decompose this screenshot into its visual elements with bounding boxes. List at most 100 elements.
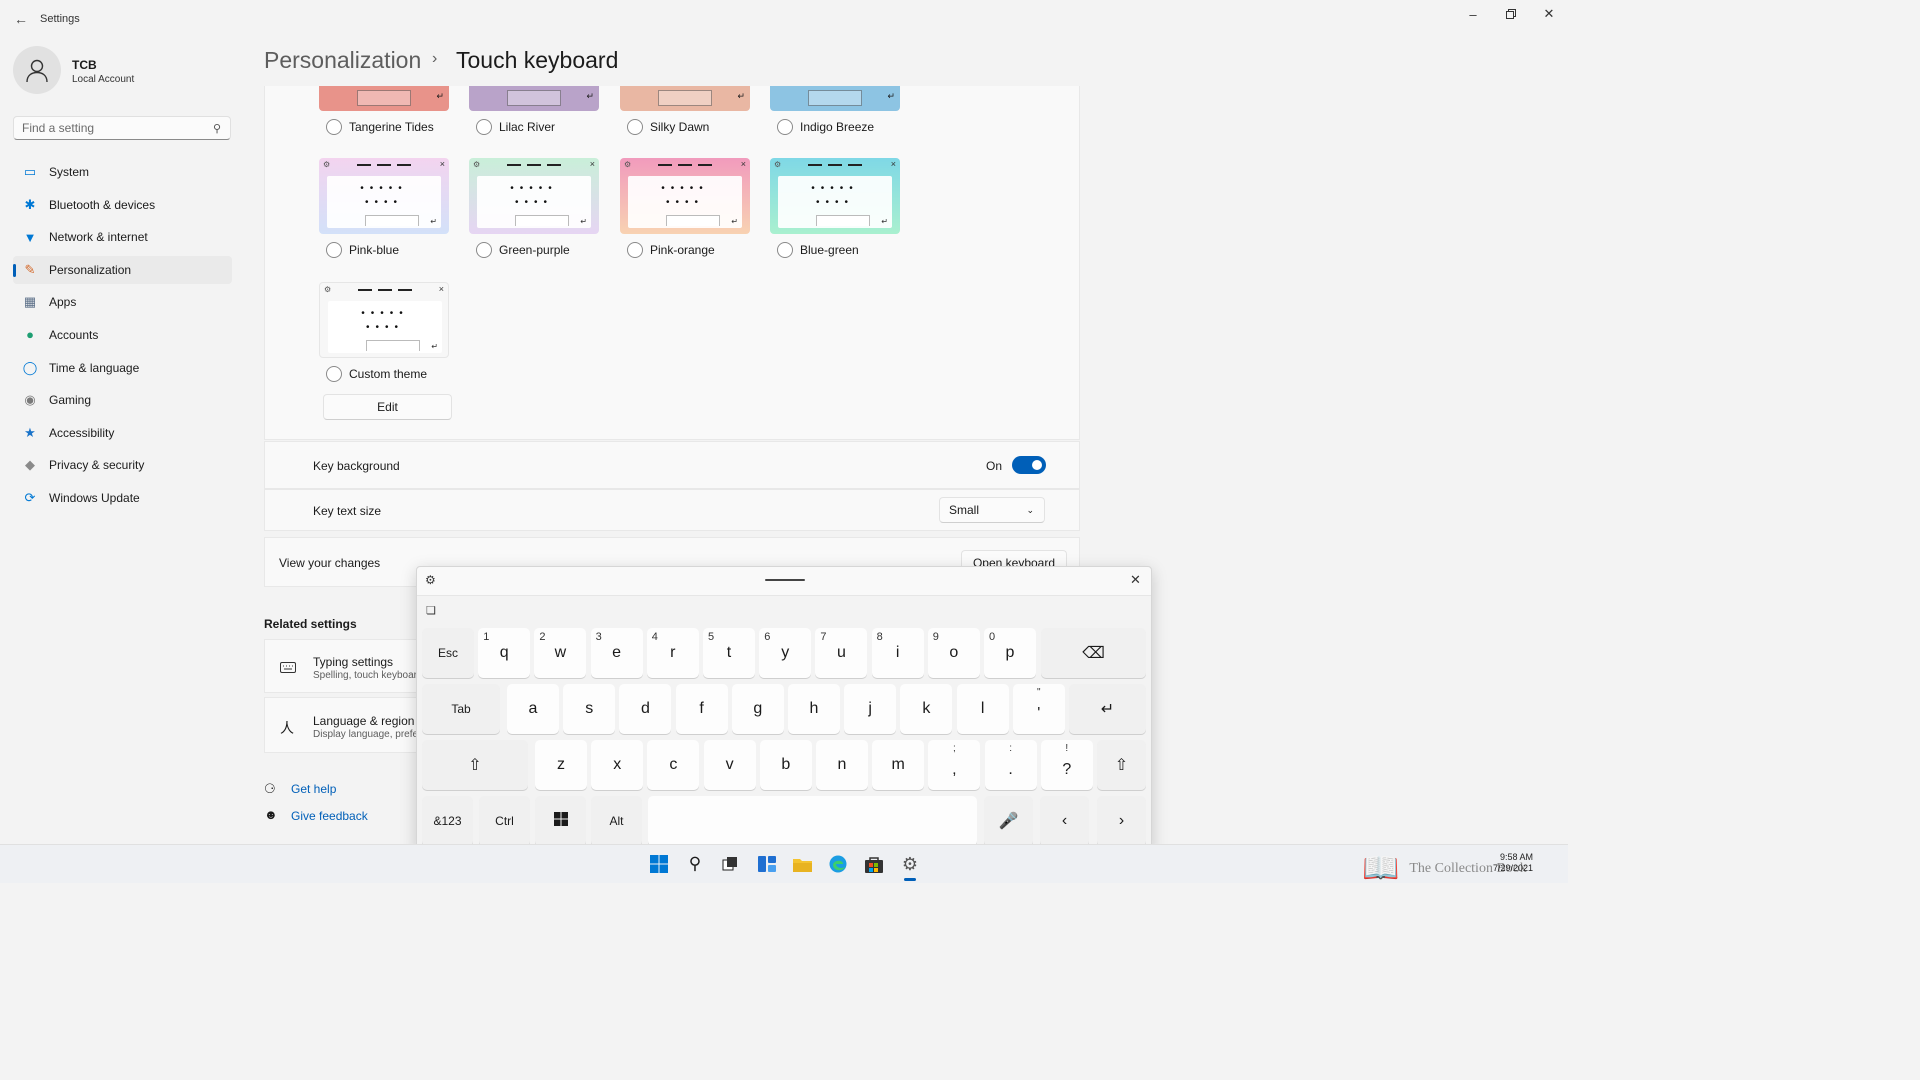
- radio-button[interactable]: [777, 119, 793, 135]
- key-s[interactable]: s: [563, 684, 616, 734]
- theme-thumbnail[interactable]: ↵: [319, 86, 449, 111]
- key-v[interactable]: v: [703, 740, 756, 790]
- sidebar-item-network-internet[interactable]: ▼ Network & internet: [13, 223, 232, 251]
- key-a[interactable]: a: [507, 684, 559, 734]
- ctrl-key[interactable]: Ctrl: [479, 796, 530, 846]
- clipboard-icon[interactable]: ❏: [426, 604, 436, 617]
- maximize-button[interactable]: [1496, 6, 1526, 22]
- theme-thumbnail[interactable]: ⚙ × ••••• •••• ↵: [469, 158, 599, 234]
- clock[interactable]: 9:58 AM 7/29/2021: [1493, 852, 1533, 874]
- give-feedback-link[interactable]: Give feedback: [291, 809, 368, 823]
- key-l[interactable]: l: [956, 684, 1009, 734]
- widgets-icon[interactable]: [756, 853, 778, 875]
- key-z[interactable]: z: [535, 740, 587, 790]
- key-m[interactable]: m: [872, 740, 925, 790]
- theme-thumbnail[interactable]: ⚙ × ••••• •••• ↵: [770, 158, 900, 234]
- shift-key-right[interactable]: ⇧: [1097, 740, 1146, 790]
- theme-option[interactable]: Pink-blue: [326, 242, 399, 258]
- get-help-link[interactable]: Get help: [291, 782, 336, 796]
- theme-thumbnail[interactable]: ⚙ × ••••• •••• ↵: [319, 158, 449, 234]
- space-key[interactable]: [648, 796, 977, 846]
- key-e[interactable]: 3e: [590, 628, 643, 678]
- search-box[interactable]: ⚲: [13, 116, 231, 140]
- edit-theme-button[interactable]: Edit: [323, 394, 452, 420]
- microphone-key[interactable]: 🎤: [984, 796, 1033, 846]
- settings-icon[interactable]: ⚙: [899, 853, 921, 875]
- sidebar-item-gaming[interactable]: ◉ Gaming: [13, 386, 232, 414]
- drag-handle[interactable]: [765, 579, 805, 581]
- close-icon[interactable]: ✕: [1130, 572, 1141, 588]
- key-i[interactable]: 8i: [871, 628, 924, 678]
- key-h[interactable]: h: [788, 684, 840, 734]
- radio-button[interactable]: [627, 242, 643, 258]
- avatar[interactable]: [13, 46, 61, 94]
- sidebar-item-accessibility[interactable]: ★ Accessibility: [13, 419, 232, 447]
- key-x[interactable]: x: [591, 740, 644, 790]
- left-arrow-key[interactable]: ‹: [1040, 796, 1089, 846]
- theme-thumbnail[interactable]: ↵: [620, 86, 750, 111]
- theme-option[interactable]: Silky Dawn: [627, 119, 709, 135]
- key-k[interactable]: k: [900, 684, 953, 734]
- close-button[interactable]: ✕: [1534, 6, 1564, 22]
- key-background-toggle[interactable]: [1012, 456, 1046, 474]
- key-o[interactable]: 9o: [927, 628, 980, 678]
- symbols-key[interactable]: &123: [422, 796, 473, 846]
- key-g[interactable]: g: [731, 684, 784, 734]
- start-icon[interactable]: [648, 853, 670, 875]
- key-j[interactable]: j: [844, 684, 897, 734]
- breadcrumb-parent[interactable]: Personalization: [264, 47, 421, 74]
- key-b[interactable]: b: [759, 740, 812, 790]
- key-question[interactable]: !?: [1040, 740, 1093, 790]
- key-y[interactable]: 6y: [759, 628, 812, 678]
- theme-thumbnail[interactable]: ↵: [469, 86, 599, 111]
- minimize-button[interactable]: –: [1458, 6, 1488, 22]
- theme-option[interactable]: Lilac River: [476, 119, 555, 135]
- key-esc[interactable]: Esc: [422, 628, 474, 678]
- edge-icon[interactable]: [827, 853, 849, 875]
- theme-thumbnail[interactable]: ⚙ × ••••• •••• ↵: [319, 282, 449, 358]
- radio-button[interactable]: [326, 242, 342, 258]
- theme-option[interactable]: Blue-green: [777, 242, 859, 258]
- radio-button[interactable]: [476, 242, 492, 258]
- alt-key[interactable]: Alt: [591, 796, 642, 846]
- sidebar-item-accounts[interactable]: ● Accounts: [13, 321, 232, 349]
- key-q[interactable]: 1q: [478, 628, 531, 678]
- key-comma[interactable]: ;,: [928, 740, 981, 790]
- key-t[interactable]: 5t: [703, 628, 755, 678]
- file-explorer-icon[interactable]: [791, 853, 813, 875]
- backspace-key[interactable]: ⌫: [1041, 628, 1146, 678]
- theme-thumbnail[interactable]: ↵: [770, 86, 900, 111]
- sidebar-item-windows-update[interactable]: ⟳ Windows Update: [13, 484, 232, 512]
- radio-button[interactable]: [326, 119, 342, 135]
- sidebar-item-apps[interactable]: ▦ Apps: [13, 288, 232, 316]
- search-icon[interactable]: ⚲: [213, 122, 221, 135]
- task-view-icon[interactable]: [719, 853, 741, 875]
- theme-option[interactable]: Green-purple: [476, 242, 570, 258]
- radio-button[interactable]: [476, 119, 492, 135]
- theme-option[interactable]: Indigo Breeze: [777, 119, 874, 135]
- windows-key[interactable]: [535, 796, 586, 846]
- key-r[interactable]: 4r: [646, 628, 699, 678]
- sidebar-item-time-language[interactable]: ◯ Time & language: [13, 354, 232, 382]
- shift-key-left[interactable]: ⇧: [422, 740, 528, 790]
- sidebar-item-privacy-security[interactable]: ◆ Privacy & security: [13, 451, 232, 479]
- touch-keyboard[interactable]: ⚙ ✕ ❏ Esc 1 q 2 w 3 e 4 r 5 t 6 y 7 u 8 i 9 o 0 p ⌫ Tab a s d f g h j…: [416, 566, 1152, 852]
- theme-thumbnail[interactable]: ⚙ × ••••• •••• ↵: [620, 158, 750, 234]
- store-icon[interactable]: [863, 853, 885, 875]
- sidebar-item-personalization[interactable]: ✎ Personalization: [13, 255, 232, 284]
- key-c[interactable]: c: [647, 740, 700, 790]
- search-input[interactable]: [14, 117, 210, 139]
- right-arrow-key[interactable]: ›: [1097, 796, 1146, 846]
- key-text-size-select[interactable]: Small ⌄: [939, 497, 1045, 523]
- back-arrow-icon[interactable]: ←: [12, 10, 30, 28]
- key-w[interactable]: 2w: [534, 628, 587, 678]
- gear-icon[interactable]: ⚙: [425, 573, 436, 587]
- key-d[interactable]: d: [619, 684, 672, 734]
- key-p[interactable]: 0p: [984, 628, 1036, 678]
- radio-button[interactable]: [627, 119, 643, 135]
- key-apostrophe[interactable]: " ': [1012, 684, 1065, 734]
- radio-button[interactable]: [326, 366, 342, 382]
- keyboard-title-bar[interactable]: [417, 567, 1151, 596]
- key-u[interactable]: 7u: [815, 628, 868, 678]
- search-icon[interactable]: ⚲: [684, 853, 706, 875]
